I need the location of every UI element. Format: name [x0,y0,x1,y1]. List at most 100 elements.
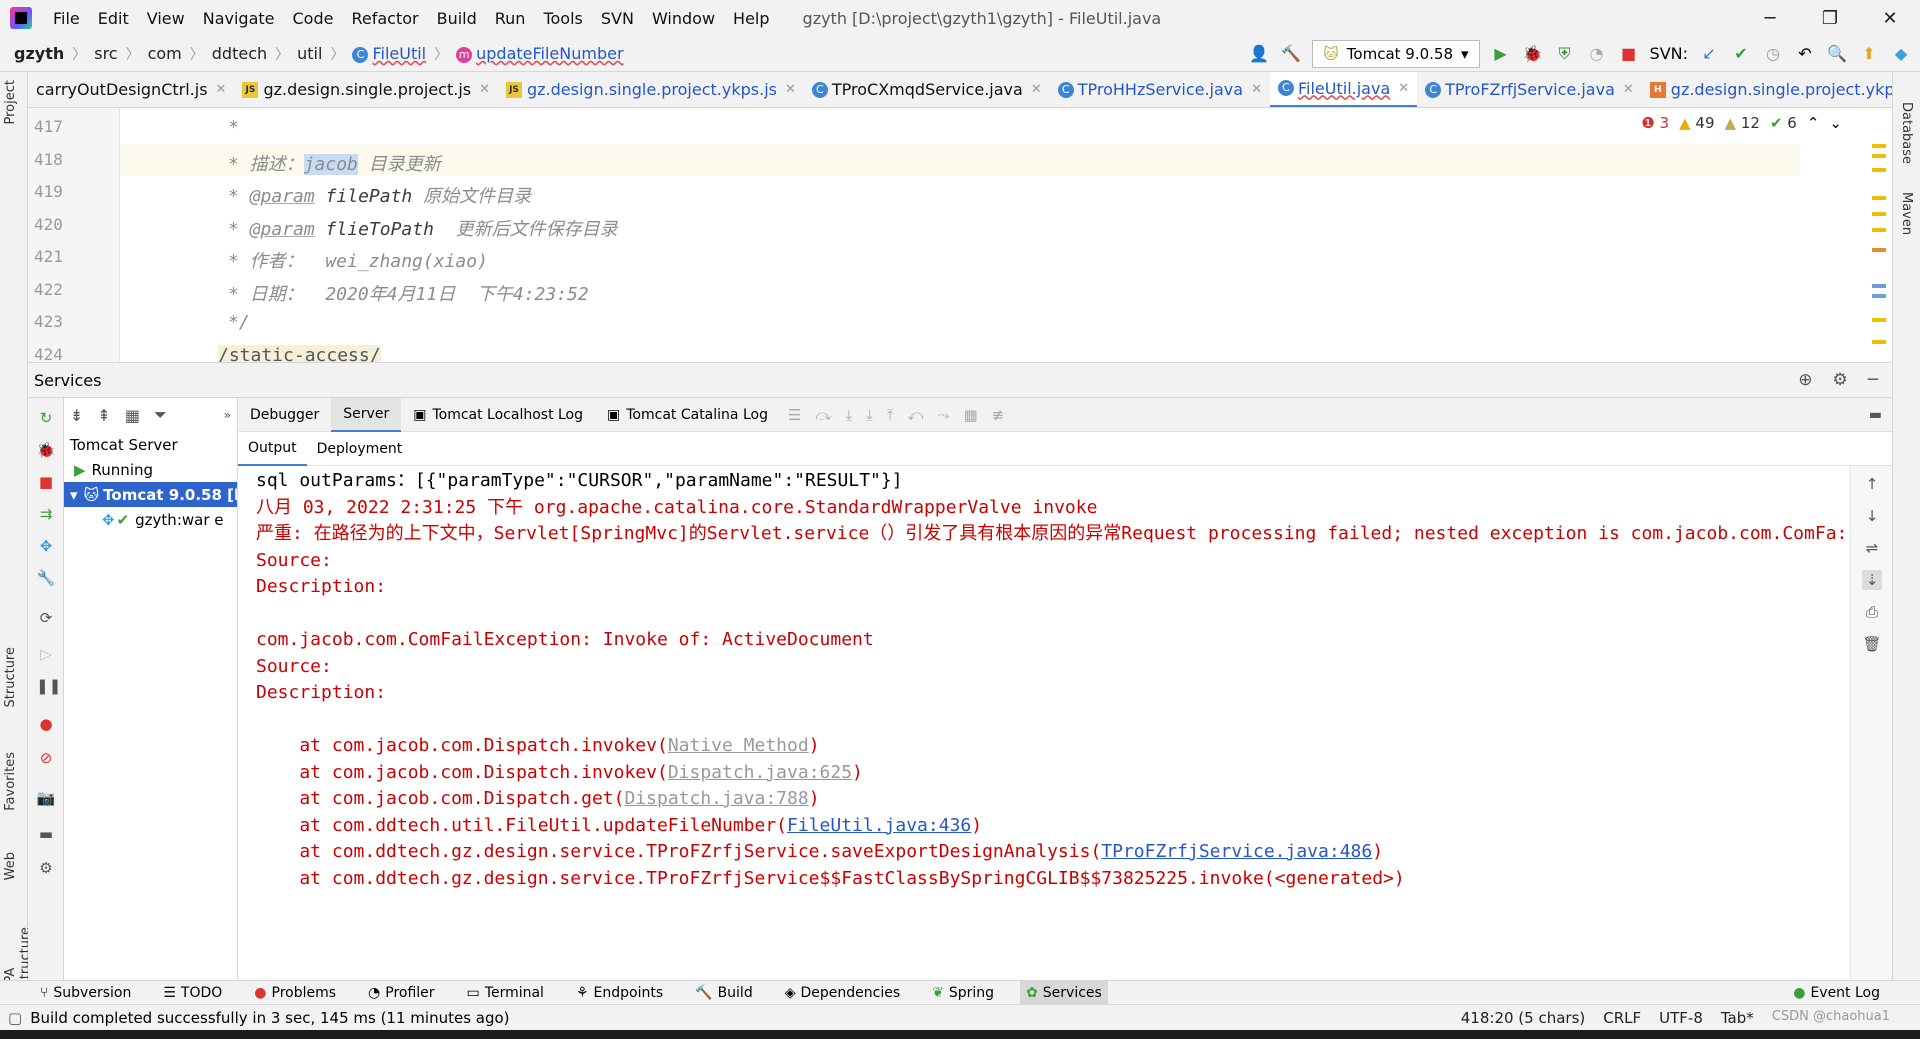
close-icon[interactable]: ✕ [1623,82,1634,97]
menu-edit[interactable]: Edit [89,9,138,28]
tab-tprohhzservice[interactable]: C TProHHzService.java ✕ [1050,72,1270,107]
web-tool-button[interactable]: Web [3,852,18,880]
tool-problems[interactable]: ● Problems [248,981,342,1005]
wrench-icon[interactable]: 🔧 [36,568,56,588]
profile-icon[interactable]: ◔ [1586,43,1608,65]
tab-tprofzrfjservice[interactable]: C TProFZrfjService.java ✕ [1417,72,1642,107]
favorites-tool-button[interactable]: Favorites [3,752,18,811]
error-stripe-mark[interactable] [1872,228,1886,232]
error-stripe-mark[interactable] [1872,294,1886,298]
tool-services[interactable]: ✿ Services [1020,980,1108,1005]
tree-node-running[interactable]: ▶ Running [64,457,237,482]
error-stripe-mark[interactable] [1872,168,1886,172]
error-stripe-mark[interactable] [1872,196,1886,200]
breadcrumb-ddtech[interactable]: ddtech [208,44,271,63]
run-to-cursor-icon[interactable]: ⤳ [937,406,949,424]
tool-build[interactable]: 🔨 Build [689,981,759,1005]
history-icon[interactable]: ◷ [1762,43,1784,65]
trace-icon[interactable]: ≢ [992,406,1005,424]
filter-icon[interactable]: ⏷ [154,405,167,425]
collapse-all-icon[interactable]: ⇞ [97,406,110,425]
search-icon[interactable]: 🔍 [1826,43,1848,65]
artifact-icon[interactable]: ✥ [36,536,56,556]
file-encoding[interactable]: UTF-8 [1659,1009,1703,1027]
step-out-icon[interactable]: ⤒ [887,406,894,424]
target-icon[interactable]: ⊕ [1798,370,1812,390]
tree-node-tomcat-server[interactable]: Tomcat Server [64,432,237,457]
breadcrumb-project[interactable]: gzyth [10,44,68,63]
menu-refactor[interactable]: Refactor [342,9,427,28]
close-icon[interactable]: ✕ [1031,82,1042,97]
stacktrace-link[interactable]: Native Method [668,735,809,756]
layout-settings-icon[interactable]: ▬ [1869,407,1892,423]
trash-icon[interactable]: 🗑 [1862,634,1882,654]
tab-localhost-log[interactable]: ▣ Tomcat Localhost Log [401,398,595,432]
close-icon[interactable]: ✕ [216,82,227,97]
error-stripe-mark[interactable] [1872,212,1886,216]
database-tool-button[interactable]: Database [1899,102,1914,164]
close-icon[interactable]: ✕ [1251,82,1262,97]
breadcrumb-fileutil[interactable]: C FileUtil [348,44,430,63]
tab-carryoutdesignctrl[interactable]: carryOutDesignCtrl.js ✕ [28,72,234,107]
settings-icon[interactable]: ⚙ [36,858,56,878]
error-stripe-mark[interactable] [1872,144,1886,148]
tool-subversion[interactable]: ⑂ Subversion [34,981,137,1005]
stacktrace-link[interactable]: Dispatch.java:625 [668,762,852,783]
breadcrumb-src[interactable]: src [90,44,121,63]
rerun-icon[interactable]: ↻ [36,408,56,428]
evaluate-icon[interactable]: ▦ [963,406,977,424]
chevron-up-icon[interactable]: ⌃ [1807,114,1820,132]
caret-position[interactable]: 418:20 (5 chars) [1461,1009,1585,1027]
camera-icon[interactable]: 📷 [36,788,56,808]
status-message[interactable]: Build completed successfully in 3 sec, 1… [30,1009,509,1027]
stop-icon[interactable]: ■ [36,472,56,492]
svn-update-icon[interactable]: ↙ [1698,43,1720,65]
tab-debugger[interactable]: Debugger [238,398,331,432]
menu-build[interactable]: Build [428,9,486,28]
stop-icon[interactable]: ■ [1618,43,1640,65]
tool-event-log[interactable]: ● Event Log [1787,981,1920,1005]
stacktrace-link[interactable]: FileUtil.java:436 [787,815,971,836]
minimize-icon[interactable]: ─ [1740,8,1800,29]
force-step-into-icon[interactable]: ⤓ [866,406,873,424]
menu-run[interactable]: Run [486,9,535,28]
menu-icon[interactable]: ☰ [788,406,801,424]
tool-todo[interactable]: ☰ TODO [157,981,228,1005]
tab-tprocxmqdservice[interactable]: C TProCXmqdService.java ✕ [804,72,1050,107]
mute-breakpoints-icon[interactable]: ⊘ [36,748,56,768]
breadcrumb-method[interactable]: m updateFileNumber [452,44,627,63]
tab-server[interactable]: Server [331,397,402,432]
menu-tools[interactable]: Tools [534,9,591,28]
tab-fileutil[interactable]: C FileUtil.java ✕ [1269,72,1418,107]
tool-dependencies[interactable]: ◈ Dependencies [779,981,906,1005]
console-output[interactable]: sql outParams：[{"paramType":"CURSOR","pa… [238,466,1850,980]
scroll-to-end-icon[interactable]: ⇣ [1862,570,1882,590]
menu-svn[interactable]: SVN [592,9,643,28]
menu-code[interactable]: Code [284,9,343,28]
indent-setting[interactable]: Tab* [1721,1009,1754,1027]
menu-window[interactable]: Window [643,9,724,28]
expand-all-icon[interactable]: ⇟ [70,406,83,425]
tool-endpoints[interactable]: ⚘ Endpoints [570,981,669,1005]
run-icon[interactable]: ▶ [1490,43,1512,65]
close-icon[interactable]: ✕ [1860,8,1920,29]
minimize-panel-icon[interactable]: ─ [1868,370,1878,390]
error-stripe-mark[interactable] [1872,340,1886,344]
restore-icon[interactable]: ❐ [1800,8,1860,29]
tree-node-artifact[interactable]: ✥ ✔ gzyth:war e [64,507,237,532]
run-configuration-select[interactable]: 🐱 Tomcat 9.0.58 ▾ [1312,39,1480,68]
error-stripe-mark[interactable] [1872,154,1886,158]
tab-ykps-js[interactable]: JS gz.design.single.project.ykps.js ✕ [498,72,804,107]
tool-terminal[interactable]: ▭ Terminal [461,981,550,1005]
tool-profiler[interactable]: ◔ Profiler [362,981,441,1005]
status-icon[interactable]: ▢ [8,1009,22,1027]
tab-catalina-log[interactable]: ▣ Tomcat Catalina Log [595,398,780,432]
close-icon[interactable]: ✕ [785,82,796,97]
menu-file[interactable]: File [44,9,89,28]
soft-wrap-icon[interactable]: ⇌ [1862,538,1882,558]
drop-frame-icon[interactable]: ⤺ [907,406,923,424]
group-icon[interactable]: ▦ [125,406,140,425]
error-stripe-mark[interactable] [1872,318,1886,322]
tab-ykps-html[interactable]: Hgz.design.single.project.ykps.html [1642,72,1892,107]
toolbox-icon[interactable]: ◆ [1890,43,1912,65]
